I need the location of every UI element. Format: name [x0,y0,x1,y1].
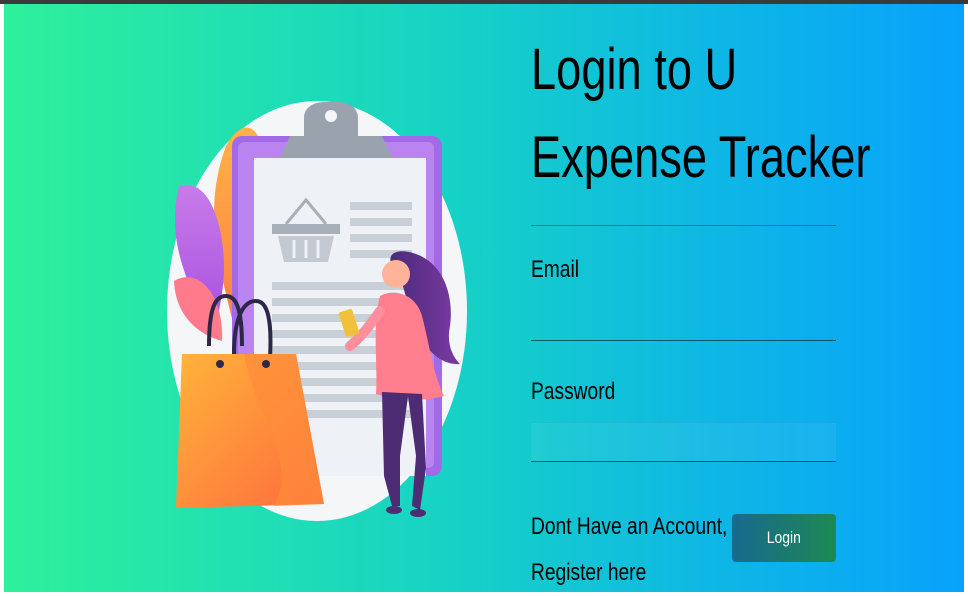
basket-rim [272,224,340,234]
password-input[interactable] [531,422,836,462]
register-prompt: Dont Have an Account, Register here [531,504,728,592]
title-line-2: Expense Tracker [531,125,871,190]
title-line-1: Login to U [531,37,738,102]
email-label: Email [531,256,580,283]
page-title: Login to U Expense Tracker [531,26,871,202]
register-prompt-line: Dont Have an Account, [531,513,728,540]
paper-line [350,202,412,210]
woman-head [382,260,410,288]
title-divider [531,225,836,226]
woman-shoe [386,506,402,514]
login-button-label: Login [766,528,802,547]
shopping-checklist-illustration [167,101,467,521]
email-input[interactable] [531,301,836,341]
paper-line [350,218,412,226]
register-link[interactable]: Register here [531,550,691,592]
password-label: Password [531,378,616,405]
clip-hole [325,110,337,122]
login-page: Login to U Expense Tracker Email Passwor… [4,4,964,592]
bag-rivet [262,360,270,368]
paper-line [350,234,412,242]
woman-shoe [410,509,426,517]
browser-frame: Login to U Expense Tracker Email Passwor… [0,0,968,596]
bag-rivet [216,360,224,368]
login-button[interactable]: Login [732,514,836,562]
